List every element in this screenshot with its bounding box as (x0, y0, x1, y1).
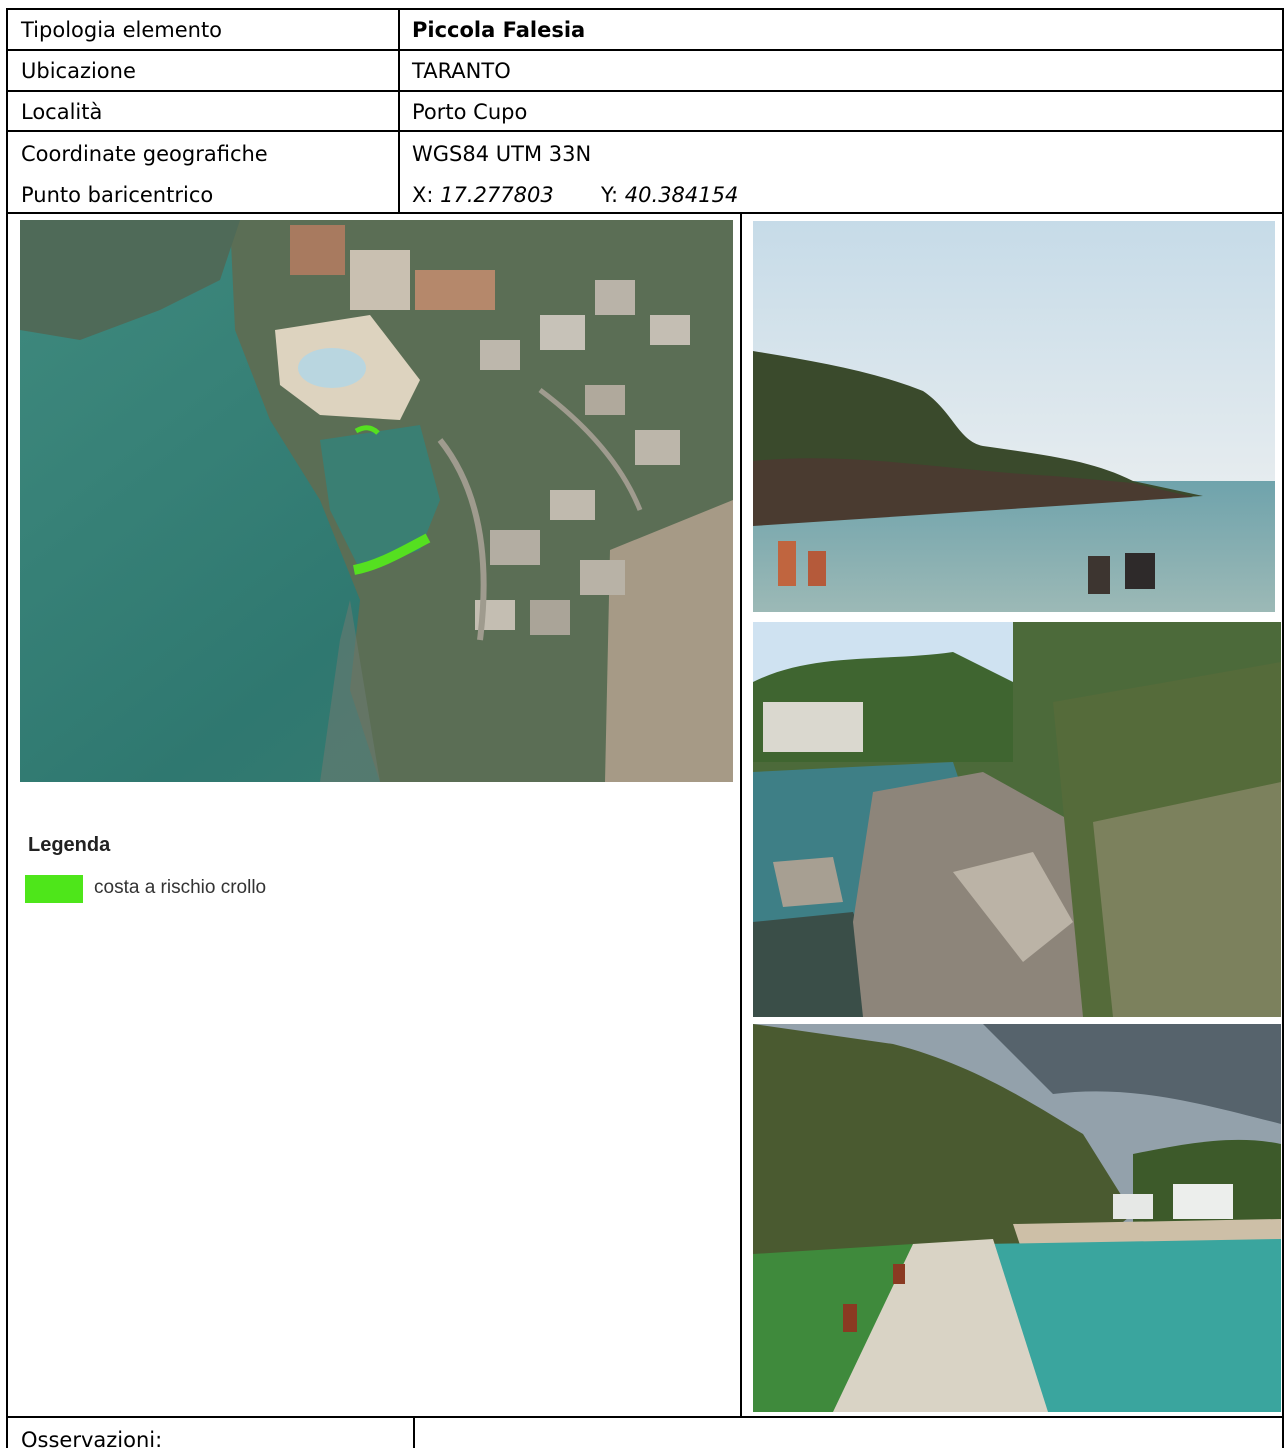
media-column-divider (740, 212, 742, 1416)
row-divider (6, 212, 1282, 214)
row-divider (6, 49, 1282, 51)
row-divider (6, 90, 1282, 92)
row-divider (6, 1416, 1282, 1418)
value-coordinate-y: Y: 40.384154 (601, 183, 739, 207)
label-localita: Località (21, 100, 103, 124)
label-ubicazione: Ubicazione (21, 59, 136, 83)
table-top-border (6, 8, 1282, 10)
value-ubicazione: TARANTO (412, 59, 511, 83)
legend-title: Legenda (28, 834, 111, 856)
label-osservazioni: Osservazioni: (21, 1428, 163, 1452)
legend-swatch (25, 875, 83, 903)
photo-pier-beach (753, 1024, 1281, 1412)
table-right-border (1282, 8, 1284, 1448)
photo-rocky-shore (753, 622, 1281, 1017)
value-tipologia: Piccola Falesia (412, 18, 586, 42)
value-localita: Porto Cupo (412, 100, 528, 124)
value-coordinate-x: X: 17.277803 (412, 183, 554, 207)
value-coordinate: WGS84 UTM 33N (412, 142, 592, 166)
label-punto-baricentrico: Punto baricentrico (21, 183, 214, 207)
legend-item-label: costa a rischio crollo (94, 877, 267, 898)
photo-cliff-with-bathers (753, 221, 1275, 612)
row-divider (6, 130, 1282, 132)
label-coordinate: Coordinate geografiche (21, 142, 268, 166)
label-column-divider (398, 8, 400, 212)
label-tipologia: Tipologia elemento (21, 18, 223, 42)
aerial-map-image (20, 220, 733, 782)
table-left-border (6, 8, 8, 1448)
observations-divider (413, 1416, 415, 1448)
